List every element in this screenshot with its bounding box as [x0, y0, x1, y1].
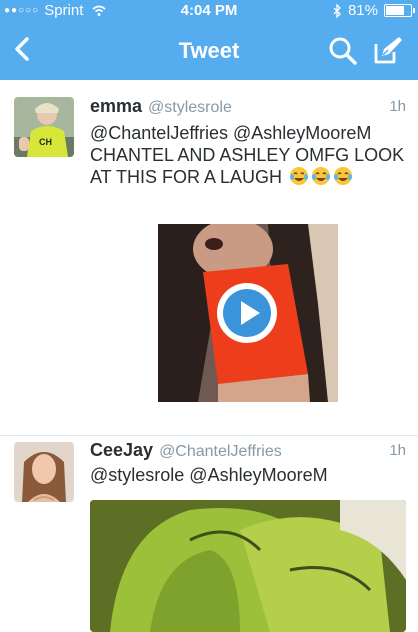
user-handle: @ChantelJeffries [159, 443, 282, 460]
battery-percent: 81% [347, 2, 378, 19]
tweet-author[interactable]: emma @stylesrole [90, 96, 232, 117]
tweet-author[interactable]: CeeJay @ChantelJeffries [90, 440, 282, 461]
avatar[interactable]: CH [14, 97, 74, 157]
compose-icon[interactable] [372, 34, 404, 66]
avatar-image [14, 442, 74, 502]
tweet[interactable]: CH emma @stylesrole 1h @ChantelJeffries @… [0, 80, 418, 436]
status-bar: ●●○○○ Sprint 4:04 PM 81% [0, 0, 418, 22]
tweet-text: @ChantelJeffries @AshleyMooreM CHANTEL A… [90, 122, 410, 188]
battery-icon [384, 4, 415, 17]
tweet-text-content: @ChantelJeffries @AshleyMooreM CHANTEL A… [90, 123, 405, 187]
avatar-image: CH [14, 97, 74, 157]
search-icon[interactable] [328, 36, 358, 66]
tears-of-joy-emoji-icon [290, 167, 309, 185]
avatar[interactable] [14, 442, 74, 502]
display-name: emma [90, 96, 143, 116]
tears-of-joy-emoji-icon [334, 167, 353, 185]
tweet-text: @stylesrole @AshleyMooreM [90, 465, 328, 485]
tweet-timestamp: 1h [389, 98, 406, 115]
user-handle: @stylesrole [148, 99, 232, 116]
navigation-bar: Tweet [0, 22, 418, 80]
tears-of-joy-emoji-icon [312, 167, 331, 185]
tweet-timestamp: 1h [389, 442, 406, 459]
svg-text:CH: CH [39, 137, 52, 147]
bluetooth-icon [333, 3, 341, 18]
tweet-image-preview [90, 500, 406, 632]
display-name: CeeJay [90, 440, 154, 460]
play-button-icon[interactable] [215, 281, 279, 345]
tweet[interactable]: CeeJay @ChantelJeffries 1h @stylesrole @A… [0, 436, 418, 632]
tweet-image[interactable] [90, 500, 406, 632]
video-thumbnail[interactable] [158, 224, 338, 402]
